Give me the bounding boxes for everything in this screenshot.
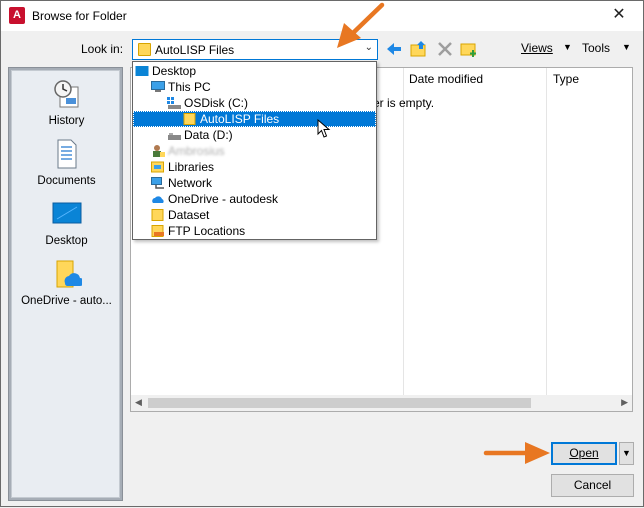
dropdown-item-label: This PC — [168, 80, 211, 94]
history-icon — [52, 79, 82, 109]
dropdown-item-data-drive[interactable]: Data (D:) — [167, 127, 233, 143]
dropdown-item-osdisk[interactable]: OSDisk (C:) — [167, 95, 248, 111]
autocad-app-icon: A — [9, 7, 25, 24]
scroll-right-icon[interactable]: ▶ — [621, 397, 628, 408]
computer-icon — [151, 81, 165, 93]
new-folder-icon[interactable] — [460, 40, 478, 58]
tools-menu-button[interactable]: Tools — [582, 41, 610, 55]
horizontal-scrollbar[interactable]: ◀ ▶ — [131, 395, 632, 411]
dropdown-item-label: Dataset — [168, 208, 210, 222]
mouse-cursor-icon — [317, 118, 331, 142]
look-in-label: Look in: — [81, 42, 124, 56]
look-in-value: AutoLISP Files — [155, 43, 235, 57]
dropdown-item-label: OSDisk (C:) — [184, 96, 248, 110]
dropdown-item-label: FTP Locations — [168, 224, 246, 238]
open-button-label: Open — [569, 446, 599, 460]
chevron-down-icon: ▼ — [622, 448, 631, 458]
folder-icon — [138, 43, 151, 56]
dropdown-item-libraries[interactable]: Libraries — [151, 159, 214, 175]
look-in-dropdown-list: Desktop This PC OSDisk (C:) AutoLISP Fil… — [132, 61, 377, 240]
folder-icon — [183, 113, 197, 125]
dropdown-item-label: Ambrosius — [168, 144, 225, 158]
place-onedrive[interactable]: OneDrive - auto... — [12, 259, 121, 307]
column-header-date-modified[interactable]: Date modified — [409, 72, 483, 86]
close-icon[interactable]: ✕ — [609, 5, 629, 25]
place-history[interactable]: History — [12, 79, 121, 127]
cancel-button-label: Cancel — [573, 478, 612, 492]
dropdown-item-label: Data (D:) — [184, 128, 233, 142]
onedrive-folder-icon — [52, 259, 84, 289]
dropdown-item-label: OneDrive - autodesk — [168, 192, 279, 206]
dropdown-item-network[interactable]: Network — [151, 175, 212, 191]
desktop-icon — [135, 65, 149, 77]
scroll-left-icon[interactable]: ◀ — [135, 397, 142, 408]
onedrive-icon — [151, 193, 165, 205]
annotation-arrow-open — [483, 442, 550, 464]
empty-folder-message: er is empty. — [373, 96, 435, 110]
back-arrow-icon[interactable] — [385, 40, 403, 58]
title-bar: A Browse for Folder ✕ — [1, 1, 643, 31]
up-folder-icon[interactable] — [410, 40, 428, 58]
column-separator — [403, 68, 404, 398]
column-header-type[interactable]: Type — [553, 72, 579, 86]
libraries-icon — [151, 161, 165, 173]
dropdown-item-label: Network — [168, 176, 213, 190]
user-folder-icon — [151, 145, 165, 157]
dropdown-item-user-folder[interactable]: Ambrosius — [151, 143, 225, 159]
dropdown-item-label: AutoLISP Files — [200, 112, 280, 126]
dropdown-item-this-pc[interactable]: This PC — [151, 79, 211, 95]
views-menu-button[interactable]: Views — [521, 41, 553, 55]
tools-dropdown-arrow-icon[interactable]: ▼ — [622, 42, 631, 52]
browse-for-folder-dialog: A Browse for Folder ✕ Look in: AutoLISP … — [0, 0, 644, 507]
scrollbar-thumb[interactable] — [148, 398, 531, 408]
views-dropdown-arrow-icon[interactable]: ▼ — [563, 42, 572, 52]
window-title: Browse for Folder — [32, 9, 127, 23]
dropdown-item-autolisp-files[interactable]: AutoLISP Files — [183, 111, 279, 127]
folder-icon — [151, 209, 165, 221]
open-options-dropdown-button[interactable]: ▼ — [619, 442, 634, 465]
drive-icon — [167, 129, 181, 141]
delete-icon[interactable] — [436, 40, 454, 58]
network-icon — [151, 177, 165, 189]
column-separator — [546, 68, 547, 398]
place-desktop[interactable]: Desktop — [12, 199, 121, 247]
drive-icon — [167, 97, 181, 109]
ftp-folder-icon — [151, 225, 165, 237]
place-label: Desktop — [45, 235, 88, 247]
place-label: Documents — [37, 175, 96, 187]
desktop-icon — [52, 199, 82, 229]
place-documents[interactable]: Documents — [12, 139, 121, 187]
views-label: Views — [521, 41, 553, 55]
place-label: OneDrive - auto... — [21, 295, 112, 307]
chevron-down-icon: ⌄ — [364, 42, 373, 53]
tools-label: Tools — [582, 41, 611, 55]
dropdown-item-ftp-locations[interactable]: FTP Locations — [151, 223, 245, 239]
place-label: History — [48, 115, 85, 127]
dropdown-item-label: Desktop — [152, 64, 197, 78]
dropdown-item-desktop[interactable]: Desktop — [135, 63, 196, 79]
dropdown-item-onedrive[interactable]: OneDrive - autodesk — [151, 191, 278, 207]
dropdown-item-label: Libraries — [168, 160, 215, 174]
places-list: History Documents Desktop OneDrive - aut… — [11, 70, 120, 498]
places-sidebar: History Documents Desktop OneDrive - aut… — [8, 67, 123, 501]
dropdown-item-dataset[interactable]: Dataset — [151, 207, 209, 223]
cancel-button[interactable]: Cancel — [551, 474, 634, 497]
open-button[interactable]: Open — [551, 442, 617, 465]
documents-icon — [52, 139, 82, 169]
look-in-combobox[interactable]: AutoLISP Files ⌄ — [132, 39, 378, 60]
